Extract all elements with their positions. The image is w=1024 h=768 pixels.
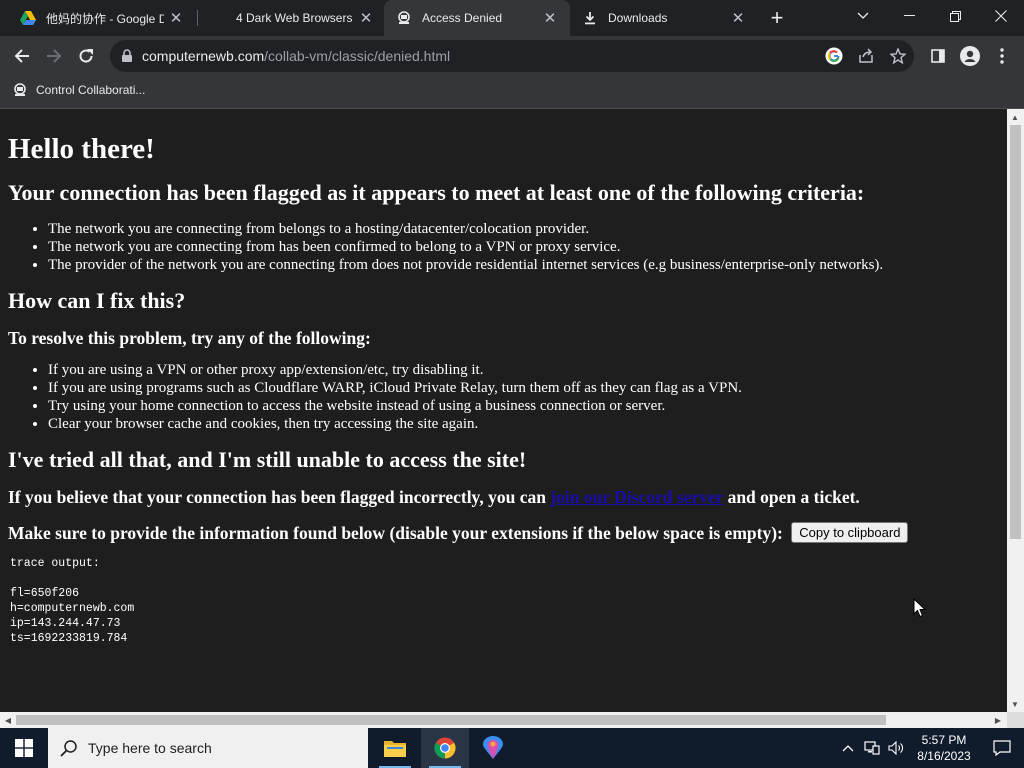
copy-to-clipboard-button[interactable]: Copy to clipboard: [791, 522, 909, 543]
notification-center-icon[interactable]: [980, 728, 1024, 768]
url-text[interactable]: computernewb.com/collab-vm/classic/denie…: [142, 48, 450, 64]
close-icon[interactable]: ✕: [538, 6, 562, 30]
tab-access-denied[interactable]: Access Denied ✕: [384, 0, 570, 36]
trace-line: h=computernewb.com: [10, 602, 135, 615]
system-tray: 5:57 PM 8/16/2023: [836, 728, 1024, 768]
trace-line: ip=143.244.47.73: [10, 617, 121, 630]
side-panel-icon[interactable]: [922, 40, 954, 72]
search-placeholder: Type here to search: [88, 740, 212, 756]
reload-button[interactable]: [70, 40, 102, 72]
criteria-list: The network you are connecting from belo…: [8, 220, 999, 274]
list-item: Clear your browser cache and cookies, th…: [48, 415, 999, 433]
trace-spacer: [10, 571, 999, 586]
network-icon[interactable]: [860, 728, 884, 768]
fix-list: If you are using a VPN or other proxy ap…: [8, 361, 999, 433]
bookmarks-bar: Control Collaborati...: [0, 76, 1024, 109]
tab-title: Access Denied: [422, 11, 503, 25]
tab-dark-web-browsers[interactable]: 4 Dark Web Browsers i ✕: [198, 0, 386, 36]
flagged-text-after: and open a ticket.: [723, 487, 860, 507]
chrome-icon: [434, 737, 456, 759]
trace-output: trace output: fl=650f206 h=computernewb.c…: [10, 556, 999, 646]
scroll-up-arrow-icon[interactable]: ▲: [1007, 109, 1023, 125]
close-icon[interactable]: ✕: [164, 6, 188, 30]
new-tab-button[interactable]: +: [764, 5, 790, 31]
scroll-down-arrow-icon[interactable]: ▼: [1007, 696, 1023, 712]
scrollbar-corner: [1007, 712, 1024, 728]
tab-search-chevron-icon[interactable]: [840, 0, 886, 32]
download-icon: [582, 10, 598, 26]
forward-button[interactable]: [38, 40, 70, 72]
profile-avatar-icon[interactable]: [954, 40, 986, 72]
web-page-icon: [210, 10, 226, 26]
search-icon: [60, 739, 78, 757]
resolve-subheading: To resolve this problem, try any of the …: [8, 328, 371, 348]
list-item: Try using your home connection to access…: [48, 397, 999, 415]
page-content: Hello there! Your connection has been fl…: [0, 109, 1007, 712]
list-item: If you are using programs such as Cloudf…: [48, 379, 999, 397]
fix-heading: How can I fix this?: [8, 288, 186, 313]
map-pin-app-icon: [483, 736, 503, 759]
criteria-heading: Your connection has been flagged as it a…: [8, 180, 865, 205]
scroll-right-arrow-icon[interactable]: ▶: [990, 712, 1006, 728]
close-icon[interactable]: ✕: [726, 6, 750, 30]
trace-label: trace output:: [10, 557, 100, 570]
collabvm-favicon-icon: [12, 82, 28, 98]
bookmark-label: Control Collaborati...: [36, 83, 146, 97]
windows-taskbar: Type here to search 5:57 PM 8/16/2023: [0, 728, 1024, 768]
clock-time: 5:57 PM: [921, 733, 967, 747]
taskbar-chrome[interactable]: [421, 728, 469, 768]
list-item: The provider of the network you are conn…: [48, 256, 999, 274]
close-window-button[interactable]: [978, 0, 1024, 32]
tab-title: Downloads: [608, 11, 668, 25]
menu-kebab-icon[interactable]: [986, 40, 1018, 72]
provide-info-label: Make sure to provide the information fou…: [8, 523, 783, 543]
taskbar-clock[interactable]: 5:57 PM 8/16/2023: [908, 732, 980, 764]
trace-line: ts=1692233819.784: [10, 632, 128, 645]
close-icon[interactable]: ✕: [354, 6, 378, 30]
google-drive-icon: [20, 10, 36, 26]
provide-info-text: Make sure to provide the information fou…: [8, 522, 999, 544]
taskbar-search-box[interactable]: Type here to search: [48, 728, 368, 768]
taskbar-file-explorer[interactable]: [371, 728, 419, 768]
horizontal-scroll-thumb[interactable]: [16, 715, 886, 725]
flagged-incorrectly-text: If you believe that your connection has …: [8, 487, 999, 508]
chevron-up-icon[interactable]: [836, 728, 860, 768]
address-bar[interactable]: computernewb.com/collab-vm/classic/denie…: [110, 40, 914, 72]
volume-icon[interactable]: [884, 728, 908, 768]
browser-toolbar: computernewb.com/collab-vm/classic/denie…: [0, 36, 1024, 76]
tab-google-docs[interactable]: 他妈的协作 - Google D ✕: [8, 0, 196, 36]
horizontal-scrollbar[interactable]: ◀ ▶: [0, 712, 1007, 728]
tab-strip: 他妈的协作 - Google D ✕ 4 Dark Web Browsers i…: [0, 0, 1024, 36]
taskbar-app-pin[interactable]: [469, 728, 517, 768]
discord-link[interactable]: join our Discord server: [550, 487, 723, 507]
minimize-button[interactable]: [886, 0, 932, 32]
tab-title: 他妈的协作 - Google D: [46, 11, 164, 26]
folder-icon: [384, 741, 406, 757]
bookmark-control-collaboration[interactable]: Control Collaborati...: [12, 82, 145, 98]
list-item: The network you are connecting from belo…: [48, 220, 999, 238]
tab-title: 4 Dark Web Browsers i: [236, 11, 354, 25]
flagged-text-before: If you believe that your connection has …: [8, 487, 551, 507]
tab-downloads[interactable]: Downloads ✕: [570, 0, 758, 36]
clock-date: 8/16/2023: [917, 749, 971, 763]
still-unable-heading: I've tried all that, and I'm still unabl…: [8, 447, 527, 472]
list-item: The network you are connecting from has …: [48, 238, 999, 256]
start-button[interactable]: [0, 728, 48, 768]
vertical-scroll-thumb[interactable]: [1010, 125, 1021, 539]
share-icon[interactable]: [856, 46, 876, 66]
vertical-scrollbar[interactable]: ▲ ▼: [1007, 109, 1024, 712]
back-button[interactable]: [6, 40, 38, 72]
page-heading: Hello there!: [8, 133, 155, 165]
lock-icon[interactable]: [122, 49, 132, 62]
windows-logo-icon: [15, 739, 33, 757]
bookmark-star-icon[interactable]: [888, 46, 908, 66]
scroll-left-arrow-icon[interactable]: ◀: [0, 712, 16, 728]
list-item: If you are using a VPN or other proxy ap…: [48, 361, 999, 379]
restore-button[interactable]: [932, 0, 978, 32]
mouse-cursor-icon: [913, 598, 926, 618]
google-lens-icon[interactable]: [824, 46, 844, 66]
collabvm-favicon-icon: [396, 10, 412, 26]
trace-line: fl=650f206: [10, 587, 80, 600]
